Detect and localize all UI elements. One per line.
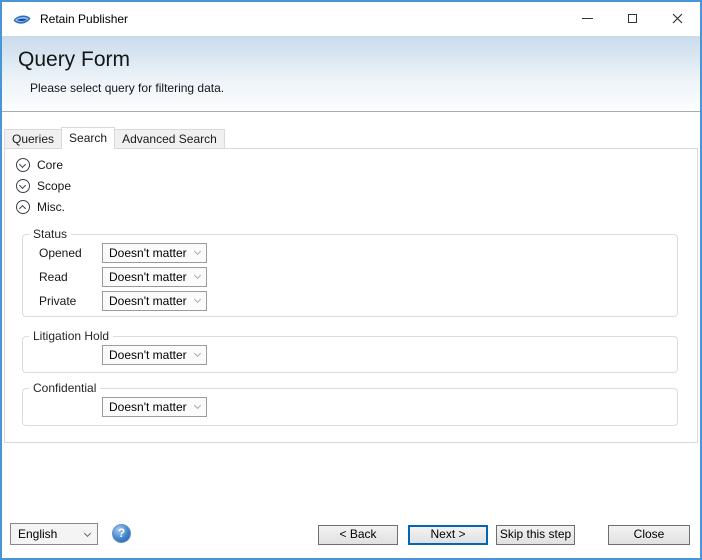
- minimize-button[interactable]: [565, 2, 610, 34]
- private-dropdown[interactable]: Doesn't matter: [102, 291, 207, 311]
- close-icon: [672, 13, 683, 23]
- chevron-down-icon: [193, 349, 202, 358]
- next-button[interactable]: Next >: [408, 525, 488, 545]
- private-label: Private: [39, 294, 77, 308]
- tab-search[interactable]: Search: [61, 127, 116, 149]
- close-button[interactable]: Close: [608, 525, 690, 545]
- close-window-button[interactable]: [655, 2, 700, 34]
- maximize-button[interactable]: [610, 2, 655, 34]
- litigation-hold-dropdown-value: Doesn't matter: [109, 348, 187, 362]
- opened-dropdown[interactable]: Doesn't matter: [102, 243, 207, 263]
- opened-label: Opened: [39, 246, 82, 260]
- back-button[interactable]: < Back: [318, 525, 398, 545]
- chevron-down-icon: [193, 295, 202, 304]
- retain-publisher-window: Retain Publisher Query Form Please selec…: [0, 0, 702, 560]
- minimize-icon: [582, 17, 593, 19]
- tab-strip: Queries Search Advanced Search: [4, 127, 225, 149]
- wizard-header: Query Form Please select query for filte…: [2, 36, 700, 112]
- language-dropdown[interactable]: English: [10, 523, 98, 545]
- page-title: Query Form: [18, 48, 131, 71]
- status-row-opened: Opened Doesn't matter: [39, 243, 677, 263]
- chevron-down-icon: [193, 271, 202, 280]
- read-dropdown-value: Doesn't matter: [109, 270, 187, 284]
- skip-this-step-button[interactable]: Skip this step: [496, 525, 575, 545]
- expander-core-label: Core: [37, 158, 64, 172]
- group-confidential-legend: Confidential: [33, 381, 97, 395]
- expander-scope-label: Scope: [37, 179, 72, 193]
- litigation-hold-dropdown[interactable]: Doesn't matter: [102, 345, 207, 365]
- chevron-down-icon: [193, 401, 202, 410]
- status-row-read: Read Doesn't matter: [39, 267, 677, 287]
- read-label: Read: [39, 270, 68, 284]
- window-title: Retain Publisher: [40, 12, 129, 26]
- expander-misc-label: Misc.: [37, 200, 65, 214]
- litigation-hold-row: Doesn't matter: [39, 345, 677, 365]
- retain-logo-icon: [12, 12, 32, 27]
- maximize-icon: [628, 13, 637, 23]
- expander-misc[interactable]: Misc.: [16, 199, 71, 215]
- title-bar: Retain Publisher: [2, 2, 700, 36]
- tab-queries[interactable]: Queries: [4, 129, 63, 148]
- chevron-down-icon: [83, 529, 92, 537]
- confidential-dropdown-value: Doesn't matter: [109, 400, 187, 414]
- help-button[interactable]: ?: [112, 524, 131, 543]
- page-subtitle: Please select query for filtering data.: [30, 81, 225, 95]
- tab-advanced-search[interactable]: Advanced Search: [114, 129, 225, 148]
- chevron-down-circle-icon: [16, 179, 30, 193]
- status-row-private: Private Doesn't matter: [39, 291, 677, 311]
- chevron-down-icon: [193, 247, 202, 256]
- expander-scope[interactable]: Scope: [16, 178, 71, 194]
- read-dropdown[interactable]: Doesn't matter: [102, 267, 207, 287]
- window-controls: [565, 2, 700, 34]
- group-litigation-hold: Litigation Hold Doesn't matter: [22, 329, 678, 373]
- confidential-row: Doesn't matter: [39, 397, 677, 417]
- expander-list: Core Scope Misc.: [16, 157, 71, 220]
- group-litigation-hold-legend: Litigation Hold: [33, 329, 110, 343]
- chevron-up-circle-icon: [16, 200, 30, 214]
- group-status: Status Opened Doesn't matter Read Doesn'…: [22, 227, 678, 317]
- group-status-legend: Status: [33, 227, 68, 241]
- language-dropdown-value: English: [18, 527, 58, 541]
- confidential-dropdown[interactable]: Doesn't matter: [102, 397, 207, 417]
- opened-dropdown-value: Doesn't matter: [109, 246, 187, 260]
- group-confidential: Confidential Doesn't matter: [22, 381, 678, 426]
- expander-core[interactable]: Core: [16, 157, 71, 173]
- chevron-down-circle-icon: [16, 158, 30, 172]
- private-dropdown-value: Doesn't matter: [109, 294, 187, 308]
